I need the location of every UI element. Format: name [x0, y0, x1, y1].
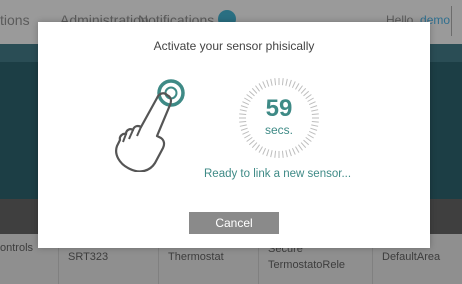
timer-tick [251, 87, 258, 94]
timer-tick [255, 144, 261, 151]
timer-tick [255, 85, 261, 92]
timer-tick [288, 149, 292, 157]
timer-tick [300, 142, 307, 149]
timer-tick [251, 142, 258, 149]
timer-tick [248, 139, 255, 146]
table-cell-area: DefaultArea [382, 251, 441, 263]
table-cell-controls: ontrols [0, 242, 34, 254]
timer-tick [246, 136, 253, 142]
timer-tick [262, 147, 267, 155]
cancel-button[interactable]: Cancel [189, 212, 279, 234]
timer-tick [297, 85, 303, 92]
timer-tick [266, 149, 270, 157]
countdown-value: 59 [265, 95, 293, 122]
nav-divider [451, 6, 452, 36]
timer-tick [281, 78, 284, 86]
timer-tick [285, 78, 288, 86]
timer-tick [258, 83, 263, 90]
timer-tick [300, 87, 307, 94]
timer-tick [295, 146, 300, 153]
countdown-unit: secs. [264, 123, 293, 137]
timer-tick [285, 150, 288, 158]
timer-tick [270, 78, 273, 86]
table-cell-name-line2: TermostatoRele [268, 259, 346, 271]
timer-tick [291, 147, 296, 155]
timer-tick [274, 150, 277, 158]
timer-tick [266, 79, 270, 87]
timer-tick [305, 136, 312, 142]
hand-pointer-icon [110, 72, 194, 173]
timer-tick [258, 146, 263, 153]
timer-tick [262, 81, 267, 89]
timer-tick [274, 78, 277, 86]
timer-tick [295, 83, 300, 90]
link-status-text: Ready to link a new sensor... [204, 168, 352, 180]
timer-tick [288, 79, 292, 87]
nav-item-partial[interactable]: tions [0, 12, 30, 28]
table-cell-model: SRT323 [68, 251, 109, 263]
table-cell-type: Thermostat [168, 251, 224, 263]
timer-tick [297, 144, 303, 151]
timer-tick [303, 139, 310, 146]
timer-tick [281, 150, 284, 158]
timer-tick [291, 81, 296, 89]
timer-tick [270, 150, 273, 158]
countdown-timer: 59 secs. [236, 75, 322, 161]
activate-sensor-dialog: Activate your sensor phisically 59 secs.… [38, 22, 430, 248]
dialog-title: Activate your sensor phisically [153, 39, 315, 53]
